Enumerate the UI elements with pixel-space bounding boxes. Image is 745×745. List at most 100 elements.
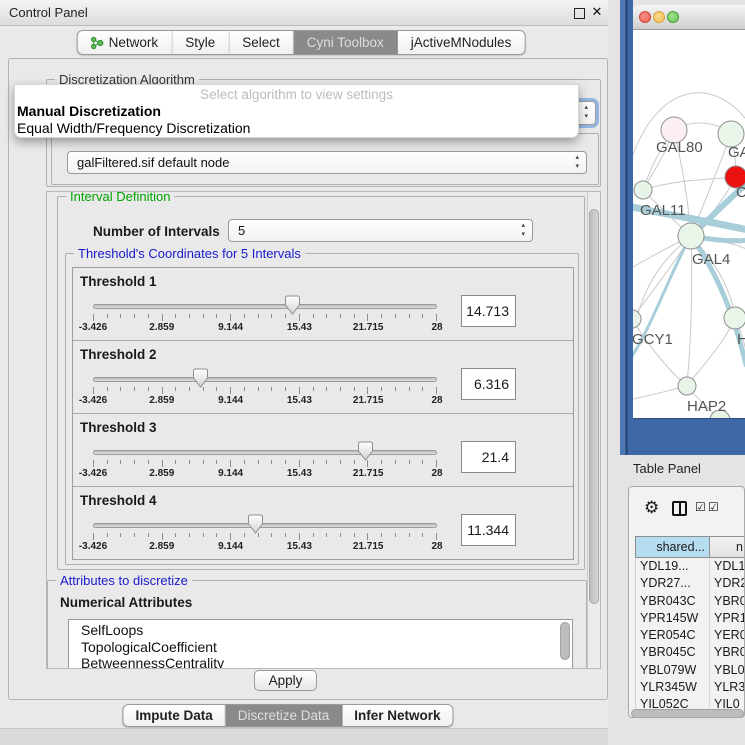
num-intervals-combobox[interactable]: 5 ▴▾ [228, 219, 533, 242]
table-row[interactable]: YDR27...YDR2 [636, 575, 745, 592]
node[interactable] [678, 377, 696, 395]
tab-label: Style [185, 35, 215, 50]
tick-labels: -3.4262.8599.14415.4321.71528 [93, 468, 437, 480]
checkbox-icon[interactable]: ☑ [708, 500, 719, 514]
threshold-value-field[interactable]: 11.344 [461, 514, 516, 546]
horizontal-scrollbar[interactable] [631, 709, 744, 718]
tab-network[interactable]: Network [78, 31, 173, 54]
tab-style[interactable]: Style [172, 31, 229, 54]
zoom-traffic-light-icon[interactable] [667, 11, 679, 23]
threshold-slider[interactable]: -3.4262.8599.14415.4321.71528 [92, 444, 438, 484]
tab-impute-data[interactable]: Impute Data [123, 705, 225, 726]
threshold-value-field[interactable]: 21.4 [461, 441, 516, 473]
threshold-value-field[interactable]: 14.713 [461, 295, 516, 327]
tick [162, 314, 163, 321]
tab-label: Infer Network [354, 708, 440, 723]
slider-track[interactable] [93, 523, 437, 528]
tick [93, 387, 94, 394]
threshold-value-field[interactable]: 6.316 [461, 368, 516, 400]
tab-label: Cyni Toolbox [307, 35, 384, 50]
tick [244, 314, 245, 318]
tick [148, 460, 149, 464]
tab-select[interactable]: Select [229, 31, 294, 54]
threshold-slider[interactable]: -3.4262.8599.14415.4321.71528 [92, 371, 438, 411]
table-row[interactable]: YDL19...YDL1 [636, 558, 745, 575]
gear-icon[interactable]: ⚙ [644, 498, 659, 518]
apply-button[interactable]: Apply [254, 670, 317, 691]
list-item[interactable]: BetweennessCentrality [81, 655, 572, 669]
network-window-titlebar[interactable] [633, 5, 745, 30]
tick [175, 460, 176, 464]
tick [313, 387, 314, 391]
slider-track[interactable] [93, 377, 437, 382]
tick [216, 314, 217, 318]
table-row[interactable]: YBR043CYBR0 [636, 593, 745, 610]
column-header-shared[interactable]: shared... [636, 537, 710, 557]
close-traffic-light-icon[interactable] [639, 11, 651, 23]
thresholds-groupbox: Threshold's Coordinates for 5 Intervals … [65, 253, 579, 565]
list-item[interactable]: SelfLoops [81, 622, 572, 639]
minimize-traffic-light-icon[interactable] [653, 11, 665, 23]
threshold-slider[interactable]: -3.4262.8599.14415.4321.71528 [92, 298, 438, 338]
tick [285, 533, 286, 537]
network-window-frame [620, 0, 633, 455]
table-row[interactable]: YIL052CYIL0 [636, 696, 745, 708]
tab-cyni-toolbox[interactable]: Cyni Toolbox [294, 31, 398, 54]
tick [230, 387, 231, 394]
table-row[interactable]: YBR045CYBR0 [636, 644, 745, 661]
tick [258, 314, 259, 318]
slider-thumb[interactable] [247, 514, 264, 535]
tab-infer-network[interactable]: Infer Network [342, 705, 452, 726]
tab-jactivemnodules[interactable]: jActiveMNodules [398, 31, 525, 54]
tick [313, 314, 314, 318]
table-row[interactable]: YLR345WYLR3 [636, 679, 745, 696]
vertical-scrollbar[interactable] [587, 192, 600, 668]
slider-thumb[interactable] [357, 441, 374, 462]
column-selector-icon[interactable] [672, 501, 687, 516]
tick [354, 533, 355, 537]
list-scrollbar[interactable] [560, 622, 570, 660]
tick [422, 314, 423, 318]
node[interactable] [634, 181, 652, 199]
network-icon [91, 36, 104, 50]
tick [148, 533, 149, 537]
control-panel-titlebar: Control Panel ✕ [0, 0, 608, 26]
threshold-label: Threshold 4 [80, 493, 157, 508]
tick [367, 533, 368, 540]
menu-item-equal-width-frequency[interactable]: Equal Width/Frequency Discretization [15, 120, 578, 137]
threshold-row: Threshold 1 -3.4262.8599.14415.4321.7152… [73, 268, 573, 341]
tab-label: Select [242, 35, 280, 50]
table-row[interactable]: YER054CYER0 [636, 627, 745, 644]
list-item[interactable]: TopologicalCoefficient [81, 639, 572, 656]
checkbox-icon[interactable]: ☑ [695, 500, 706, 514]
float-window-icon[interactable] [574, 8, 585, 19]
spinner-icon: ▴▾ [584, 103, 588, 121]
tick [436, 460, 437, 467]
node-gal4[interactable] [678, 223, 704, 249]
tick [93, 533, 94, 540]
node-table: shared... n... YDL19...YDL1 YDR27...YDR2… [635, 536, 745, 708]
slider-thumb[interactable] [192, 368, 209, 389]
menu-item-manual-discretization[interactable]: Manual Discretization [15, 103, 578, 120]
table-data-combobox[interactable]: galFiltered.sif default node ▴▾ [67, 151, 587, 174]
threshold-slider[interactable]: -3.4262.8599.14415.4321.71528 [92, 517, 438, 557]
tick [258, 460, 259, 464]
tab-discretize-data[interactable]: Discretize Data [226, 705, 343, 726]
scrollbar-thumb[interactable] [589, 209, 599, 604]
network-canvas[interactable]: GAL80 GA C GAL11 GAL4 GCY1 H HAP2 [633, 30, 745, 418]
slider-track[interactable] [93, 450, 437, 455]
slider-thumb[interactable] [284, 295, 301, 316]
slider-track[interactable] [93, 304, 437, 309]
column-header-name[interactable]: n... [710, 537, 745, 557]
threshold-label: Threshold 3 [80, 420, 157, 435]
node-label: GAL11 [640, 202, 686, 219]
close-icon[interactable]: ✕ [589, 4, 605, 20]
tick [189, 460, 190, 464]
node[interactable] [724, 307, 745, 329]
table-row[interactable]: YBL079WYBL0 [636, 662, 745, 679]
cyni-toolbox-panel: Discretization Algorithm ▴▾ Select algor… [8, 58, 608, 700]
node[interactable] [633, 310, 641, 328]
numerical-attributes-label: Numerical Attributes [60, 595, 192, 610]
table-row[interactable]: YPR145WYPR1 [636, 610, 745, 627]
attributes-list[interactable]: SelfLoops TopologicalCoefficient Between… [68, 619, 573, 669]
